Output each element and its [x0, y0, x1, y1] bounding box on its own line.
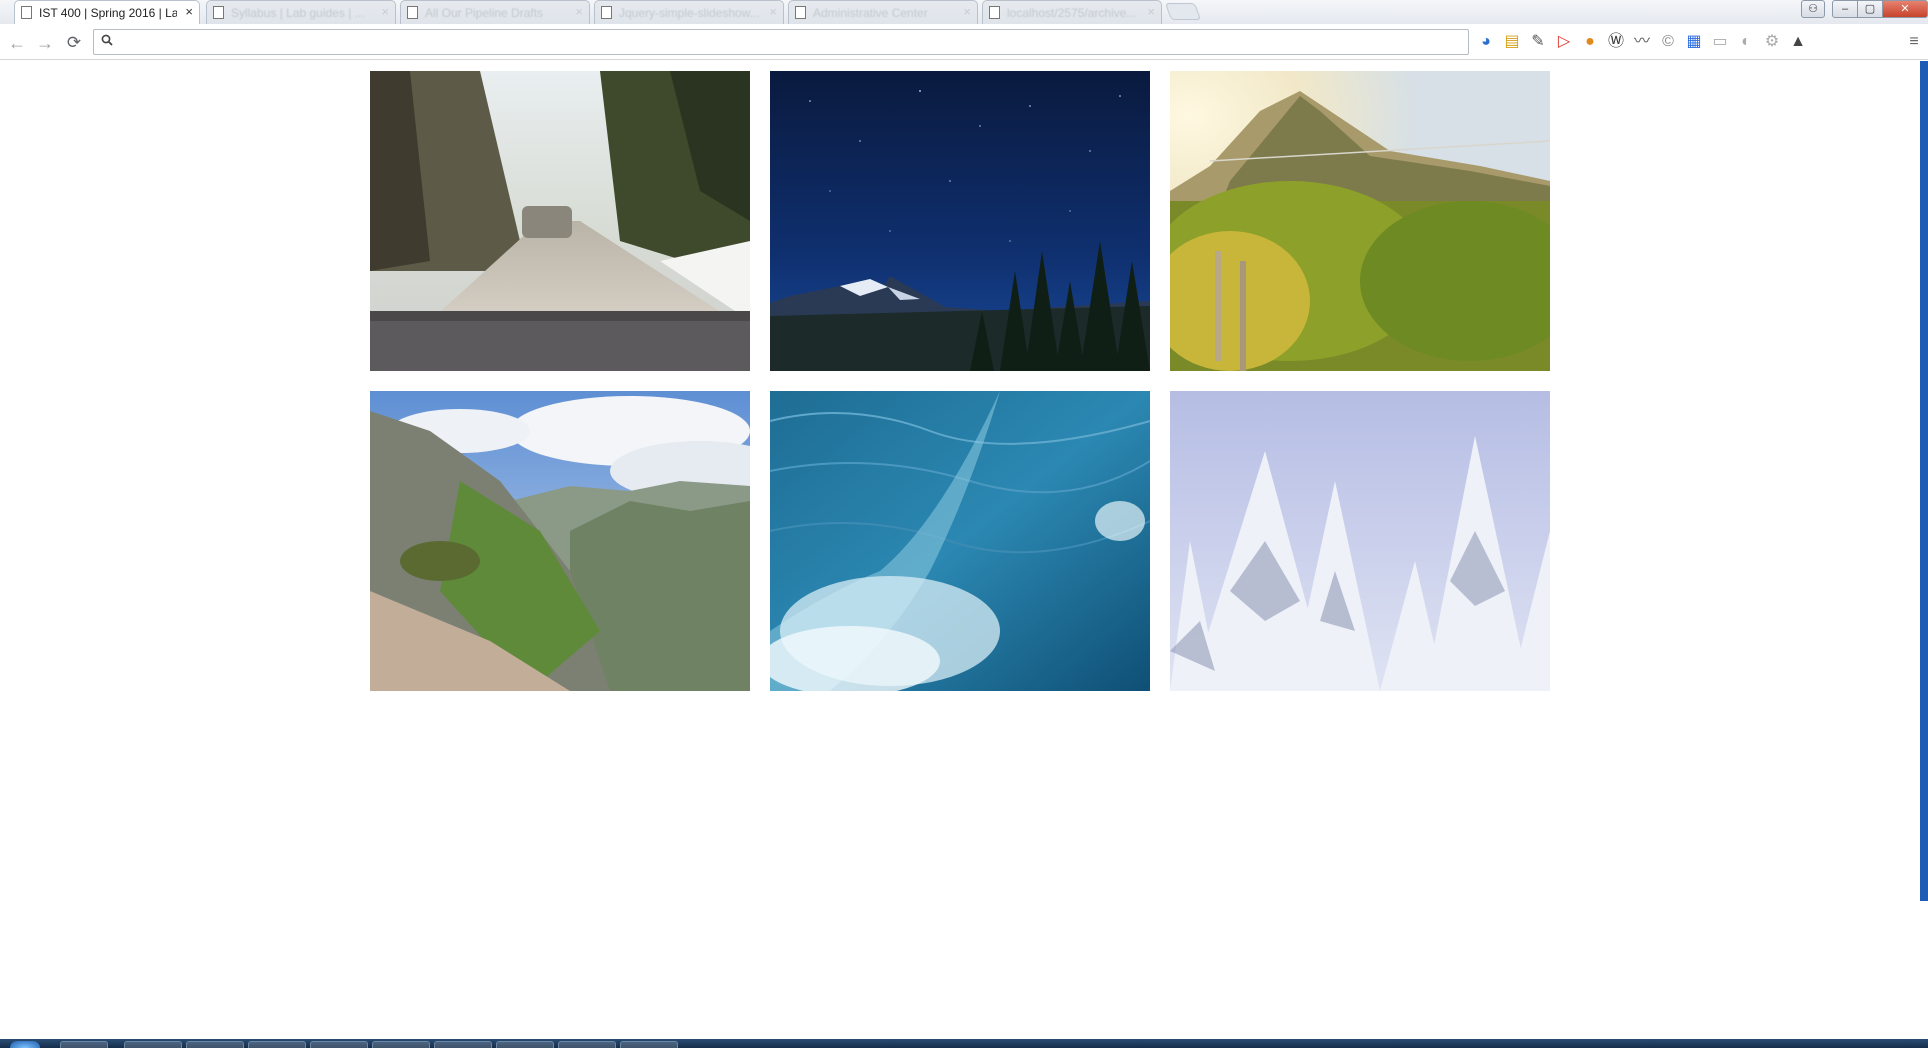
ext-glyph: ▦: [1686, 33, 1702, 50]
new-tab-button[interactable]: [1164, 3, 1202, 20]
page-icon: [21, 6, 32, 19]
search-icon: [101, 33, 113, 49]
ruler-extension-icon[interactable]: ▤: [1500, 30, 1524, 54]
ext-glyph: Ⓦ: [1607, 33, 1624, 50]
close-tab-icon[interactable]: ×: [575, 4, 583, 19]
circle-extension-icon[interactable]: ◐: [1734, 30, 1758, 54]
taskbar-app-button[interactable]: [186, 1041, 244, 1048]
page-icon: [407, 6, 418, 19]
ext-glyph: ▲: [1790, 33, 1806, 50]
cookie-extension-icon[interactable]: ●: [1578, 30, 1602, 54]
taskbar-app-button[interactable]: [620, 1041, 678, 1048]
photo-ocean-waves[interactable]: [770, 391, 1150, 691]
page-viewport: [0, 61, 1928, 1039]
close-tab-icon[interactable]: ×: [381, 4, 389, 19]
taskbar-app-button[interactable]: [434, 1041, 492, 1048]
browser-toolbar: ← → ⟳ ◕ ▤ ✎ ▷ ● Ⓦ 〰 © ▦ ▭ ◐ ⚙ ▲ ≡: [0, 24, 1928, 60]
ext-glyph: 〰: [1633, 33, 1650, 50]
os-taskbar: [0, 1039, 1928, 1048]
tab-inactive-3[interactable]: Jquery-simple-slideshow... ×: [594, 0, 784, 24]
close-tab-icon[interactable]: ×: [769, 4, 777, 19]
photo-snowy-forest-road[interactable]: [370, 71, 750, 371]
taskbar-app-button[interactable]: [124, 1041, 182, 1048]
photo-snow-covered-trees[interactable]: [1170, 391, 1550, 691]
tab-title: All Our Pipeline Drafts: [425, 6, 544, 20]
page-icon: [989, 6, 1000, 19]
tab-title: Administrative Center: [813, 6, 928, 20]
ext-glyph: ◕: [1481, 33, 1491, 50]
grid-extension-icon[interactable]: ▦: [1682, 30, 1706, 54]
page-icon: [213, 6, 224, 19]
gear-extension-icon[interactable]: ⚙: [1760, 30, 1784, 54]
ext-glyph: ▤: [1504, 33, 1520, 50]
browser-titlebar: IST 400 | Spring 2016 | Lab × Syllabus |…: [0, 0, 1928, 24]
ext-glyph: ▭: [1712, 33, 1728, 50]
page-extension-icon[interactable]: ▭: [1708, 30, 1732, 54]
address-bar[interactable]: [93, 29, 1469, 55]
eyedropper-extension-icon[interactable]: ✎: [1526, 30, 1550, 54]
taskbar-app-button[interactable]: [60, 1041, 108, 1048]
address-input[interactable]: [120, 32, 1460, 52]
close-window-button[interactable]: ✕: [1882, 0, 1928, 18]
forward-arrow-icon[interactable]: →: [34, 32, 56, 54]
taskbar-app-button[interactable]: [248, 1041, 306, 1048]
play-extension-icon[interactable]: ▷: [1552, 30, 1576, 54]
window-controls: ⚇ – ▢ ✕: [1801, 0, 1928, 20]
ext-glyph: ©: [1662, 33, 1674, 50]
globe-extension-icon[interactable]: ◕: [1474, 30, 1498, 54]
taskbar-app-button[interactable]: [310, 1041, 368, 1048]
accent-scroll-strip: [1920, 61, 1928, 901]
ext-glyph: ▷: [1557, 33, 1571, 50]
ext-glyph: ⚙: [1764, 33, 1780, 50]
tab-title: IST 400 | Spring 2016 | Lab: [39, 6, 177, 20]
tab-inactive-1[interactable]: Syllabus | Lab guides | ... ×: [206, 0, 396, 24]
taskbar-app-button[interactable]: [558, 1041, 616, 1048]
taskbar-app-button[interactable]: [372, 1041, 430, 1048]
back-arrow-icon[interactable]: ←: [6, 32, 28, 54]
tab-inactive-2[interactable]: All Our Pipeline Drafts ×: [400, 0, 590, 24]
photo-starry-night-mountain[interactable]: [770, 71, 1150, 371]
wordpress-extension-icon[interactable]: Ⓦ: [1604, 30, 1628, 54]
maximize-button[interactable]: ▢: [1857, 0, 1883, 18]
page-icon: [795, 6, 806, 19]
tab-inactive-4[interactable]: Administrative Center ×: [788, 0, 978, 24]
swirl-extension-icon[interactable]: 〰: [1630, 30, 1654, 54]
taskbar-app-button[interactable]: [496, 1041, 554, 1048]
ext-glyph: ◐: [1741, 33, 1751, 50]
close-tab-icon[interactable]: ×: [963, 4, 971, 19]
photo-gallery: [370, 71, 1552, 691]
page-icon: [601, 6, 612, 19]
tab-inactive-5[interactable]: localhost/2575/archive... ×: [982, 0, 1162, 24]
tab-active[interactable]: IST 400 | Spring 2016 | Lab ×: [14, 0, 200, 24]
start-button[interactable]: [10, 1041, 40, 1048]
photo-vineyard-sunlight[interactable]: [1170, 71, 1550, 371]
ext-glyph: ✎: [1531, 33, 1545, 50]
photo-rocky-mountain-valley[interactable]: [370, 391, 750, 691]
reload-icon[interactable]: ⟳: [63, 32, 85, 54]
close-tab-icon[interactable]: ×: [1147, 4, 1155, 19]
tab-title: Jquery-simple-slideshow...: [619, 6, 760, 20]
menu-icon[interactable]: ≡: [1902, 30, 1926, 54]
triangle-extension-icon[interactable]: ▲: [1786, 30, 1810, 54]
user-icon[interactable]: ⚇: [1801, 0, 1825, 18]
tab-title: Syllabus | Lab guides | ...: [231, 6, 365, 20]
copyright-extension-icon[interactable]: ©: [1656, 30, 1680, 54]
tab-title: localhost/2575/archive...: [1007, 6, 1137, 20]
ext-glyph: ●: [1585, 33, 1595, 50]
minimize-button[interactable]: –: [1832, 0, 1858, 18]
close-tab-icon[interactable]: ×: [185, 4, 193, 19]
